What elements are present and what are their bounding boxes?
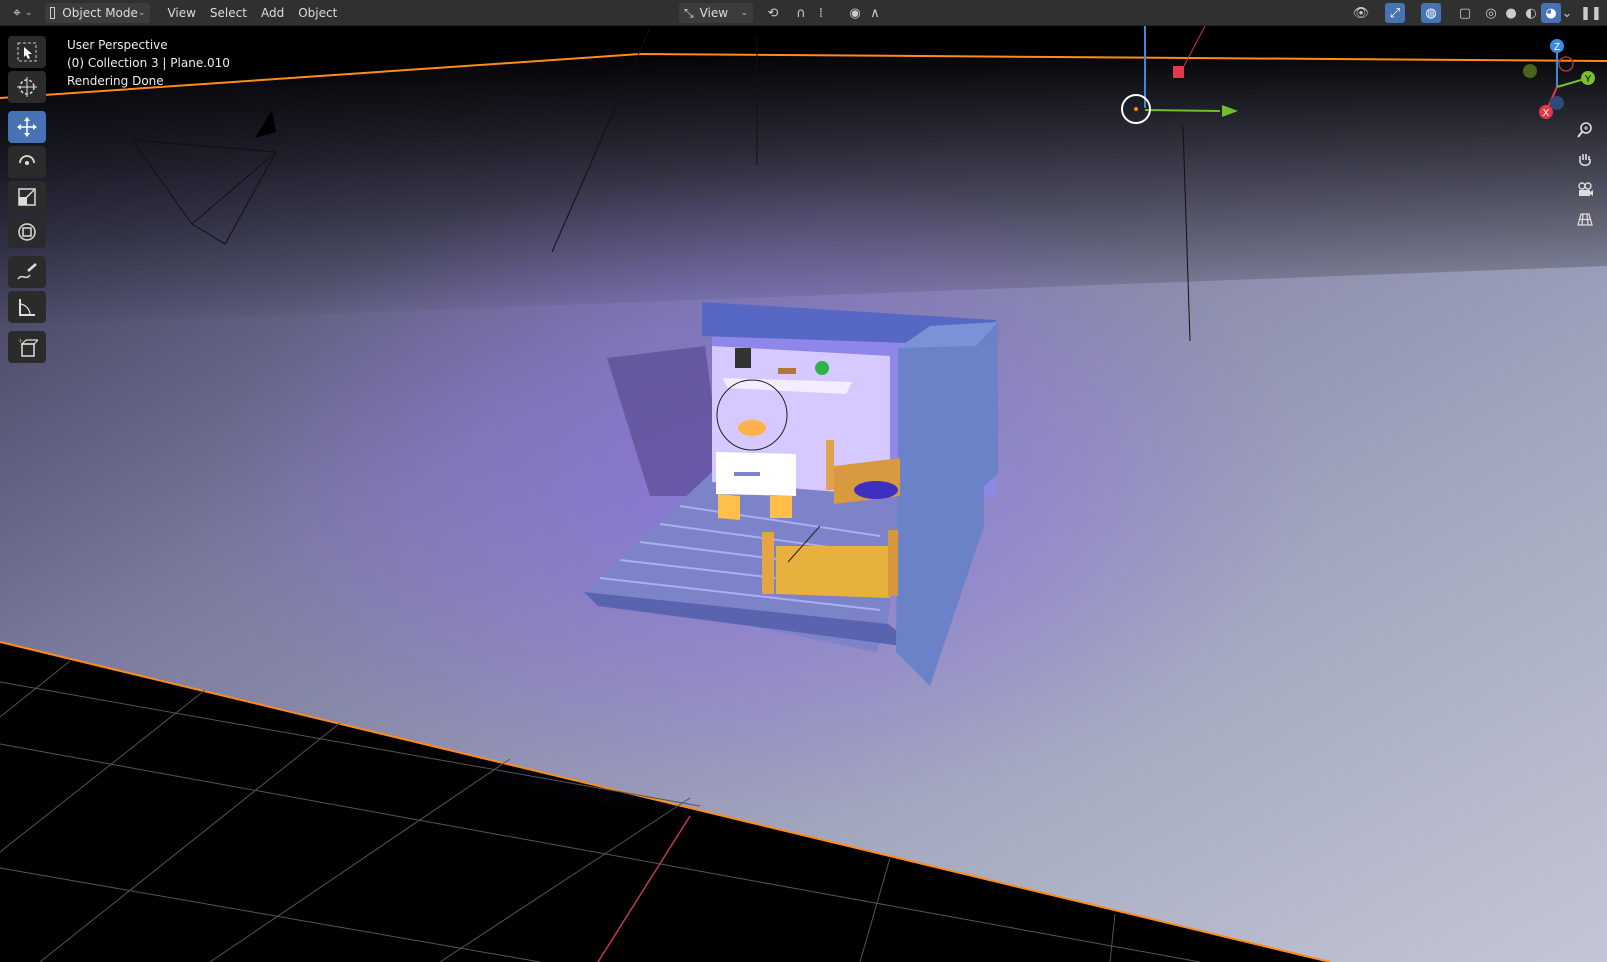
shading-controls: 👁 ⤢ ◍ ▢ ◎ ● ◐ ◕ ⌄ ❚❚ <box>1351 3 1602 23</box>
snap-target-icon[interactable]: ⁞ <box>811 3 831 23</box>
scale-icon <box>18 188 36 206</box>
menu-select[interactable]: Select <box>203 3 254 23</box>
scale-tool[interactable] <box>8 181 46 213</box>
collection-object-label: (0) Collection 3 | Plane.010 <box>67 56 230 70</box>
transform-icon <box>18 223 36 241</box>
tool-shelf: + <box>8 36 48 366</box>
select-box-tool[interactable] <box>8 36 46 68</box>
solid-shading-icon[interactable]: ● <box>1501 3 1521 23</box>
ortho-grid-icon <box>1577 213 1593 226</box>
cursor-tool[interactable] <box>8 71 46 103</box>
menu-view[interactable]: View <box>160 3 202 23</box>
rotate-icon <box>19 155 35 165</box>
chevron-down-icon: ⌄ <box>740 8 748 18</box>
annotate-pencil-icon <box>17 263 37 280</box>
editor-type-icon: ⌖ <box>13 4 21 21</box>
snap-magnet-icon[interactable]: ∩ <box>791 3 811 23</box>
viewport-header: ⌖ ⌄ Object Mode ⌄ View Select Add Object … <box>0 0 1607 26</box>
object-mode-icon <box>50 6 56 19</box>
chevron-down-icon: ⌄ <box>137 7 146 18</box>
ortho-toggle-button[interactable] <box>1573 208 1597 232</box>
editor-type-button[interactable]: ⌖ ⌄ <box>8 3 37 23</box>
move-icon <box>17 117 37 137</box>
orientation-icon: ⤡ <box>684 5 694 20</box>
wireframe-shading-icon[interactable]: ◎ <box>1481 3 1501 23</box>
pan-button[interactable] <box>1573 148 1597 172</box>
gizmo-y-label: Y <box>1585 74 1592 85</box>
measure-ruler-icon <box>19 299 35 316</box>
navigation-controls <box>1573 118 1597 238</box>
svg-text:+: + <box>18 336 23 346</box>
falloff-icon[interactable]: ∧ <box>865 3 885 23</box>
viewport-info: User Perspective (0) Collection 3 | Plan… <box>67 36 230 90</box>
transform-tool[interactable] <box>8 216 46 248</box>
zoom-button[interactable] <box>1573 118 1597 142</box>
select-box-icon <box>17 42 37 62</box>
proportional-edit-icon[interactable]: ◉ <box>845 3 865 23</box>
gizmo-toggle-icon[interactable]: ⤢ <box>1385 3 1405 23</box>
xray-icon[interactable]: ▢ <box>1455 3 1475 23</box>
visibility-eye-icon[interactable]: 👁 <box>1351 3 1371 23</box>
add-cube-icon: + <box>18 336 38 357</box>
zoom-icon <box>1577 122 1592 138</box>
move-tool[interactable] <box>8 111 46 143</box>
overlay-toggle-icon[interactable]: ◍ <box>1421 3 1441 23</box>
gizmo-z-label: Z <box>1554 42 1560 53</box>
rotate-tool[interactable] <box>8 146 46 178</box>
orientation-label: View <box>699 6 729 20</box>
annotate-tool[interactable] <box>8 256 46 288</box>
transform-controls: ⤡ View ⌄ ⟲ ∩ ⁞ ◉ ∧ <box>676 3 885 23</box>
pivot-icon[interactable]: ⟲ <box>763 3 783 23</box>
camera-view-icon <box>1578 182 1593 196</box>
camera-view-button[interactable] <box>1573 178 1597 202</box>
cursor-icon <box>17 77 37 97</box>
add-cube-tool[interactable]: + <box>8 331 46 363</box>
pause-render-icon[interactable]: ❚❚ <box>1580 3 1602 23</box>
mode-label: Object Mode <box>62 5 138 20</box>
mode-select[interactable]: Object Mode ⌄ <box>45 2 151 23</box>
orientation-select[interactable]: ⤡ View ⌄ <box>679 3 753 23</box>
render-status-label: Rendering Done <box>67 74 164 88</box>
scene-render: Z Y X <box>0 26 1607 962</box>
view-perspective-label: User Perspective <box>67 38 168 52</box>
measure-tool[interactable] <box>8 291 46 323</box>
3d-viewport[interactable]: Z Y X User Perspective (0) Collection 3 … <box>0 26 1607 962</box>
material-shading-icon[interactable]: ◐ <box>1521 3 1541 23</box>
shading-options-icon[interactable]: ⌄ <box>1561 3 1573 23</box>
menu-add[interactable]: Add <box>254 3 291 23</box>
gizmo-x-label: X <box>1543 108 1550 119</box>
hand-pan-icon <box>1579 154 1591 167</box>
chevron-down-icon: ⌄ <box>24 7 33 18</box>
rendered-shading-icon[interactable]: ◕ <box>1541 3 1561 23</box>
menu-object[interactable]: Object <box>291 3 344 23</box>
